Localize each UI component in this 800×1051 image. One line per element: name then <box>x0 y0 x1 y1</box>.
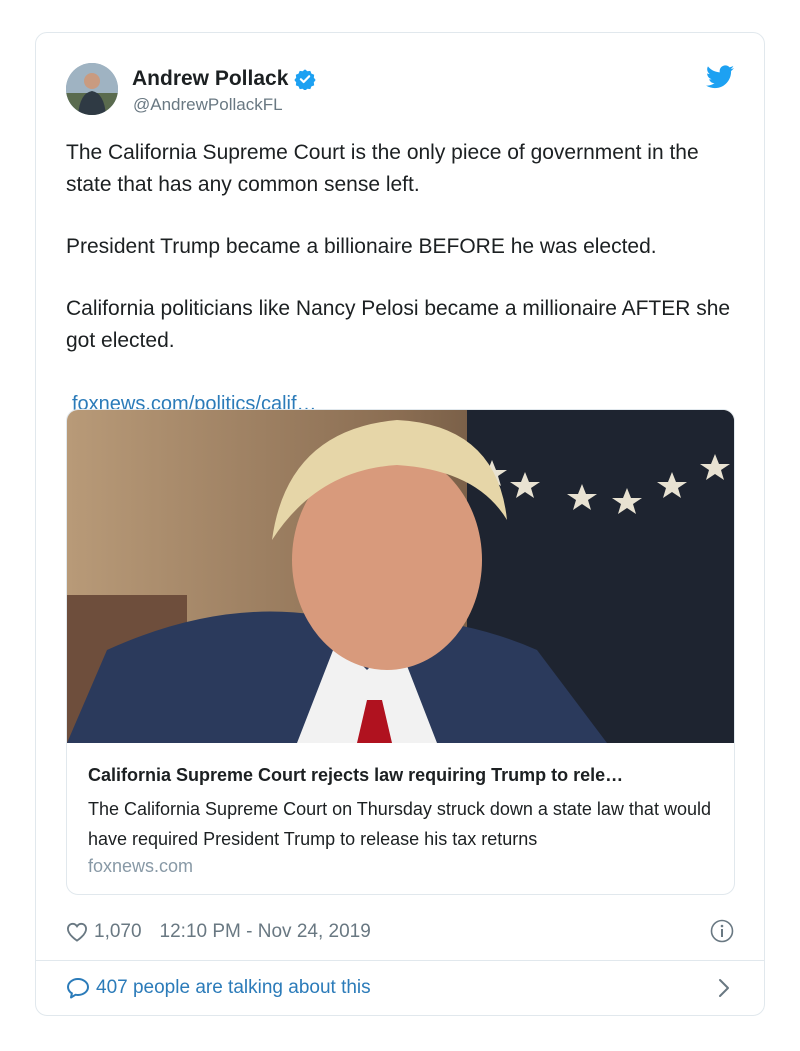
author-display-name[interactable]: Andrew Pollack <box>132 67 288 91</box>
card-image[interactable] <box>67 410 735 743</box>
avatar[interactable] <box>66 63 118 115</box>
twitter-bird-icon[interactable] <box>706 65 734 89</box>
tweet-paragraph: California politicians like Nancy Pelosi… <box>66 297 731 352</box>
author-name[interactable]: Andrew Pollack <box>132 67 317 91</box>
tweet-text: The California Supreme Court is the only… <box>66 137 741 357</box>
link-preview-card[interactable]: California Supreme Court rejects law req… <box>66 409 735 895</box>
conversation-link[interactable]: 407 people are talking about this <box>66 973 734 1003</box>
timestamp[interactable]: 12:10 PM - Nov 24, 2019 <box>160 921 371 943</box>
like-count[interactable]: 1,070 <box>94 921 142 943</box>
tweet-meta: 1,070 12:10 PM - Nov 24, 2019 <box>66 917 734 947</box>
card-description: The California Supreme Court on Thursday… <box>88 799 711 849</box>
verified-badge-icon <box>294 69 317 90</box>
chevron-right-icon[interactable] <box>718 978 730 998</box>
divider <box>36 960 764 961</box>
card-title[interactable]: California Supreme Court rejects law req… <box>88 765 623 786</box>
heart-icon[interactable] <box>66 922 88 942</box>
speech-bubble-icon <box>67 978 89 999</box>
tweet-paragraph: President Trump became a billionaire BEF… <box>66 235 657 258</box>
tweet-paragraph: The California Supreme Court is the only… <box>66 141 699 196</box>
author-handle[interactable]: @AndrewPollackFL <box>133 95 283 115</box>
card-domain: foxnews.com <box>88 856 194 876</box>
info-icon[interactable] <box>710 919 734 943</box>
tweet-card[interactable]: Andrew Pollack @AndrewPollackFL The Cali… <box>35 32 765 1016</box>
conversation-label[interactable]: 407 people are talking about this <box>96 977 371 999</box>
tweet-header: Andrew Pollack @AndrewPollackFL <box>66 63 734 119</box>
